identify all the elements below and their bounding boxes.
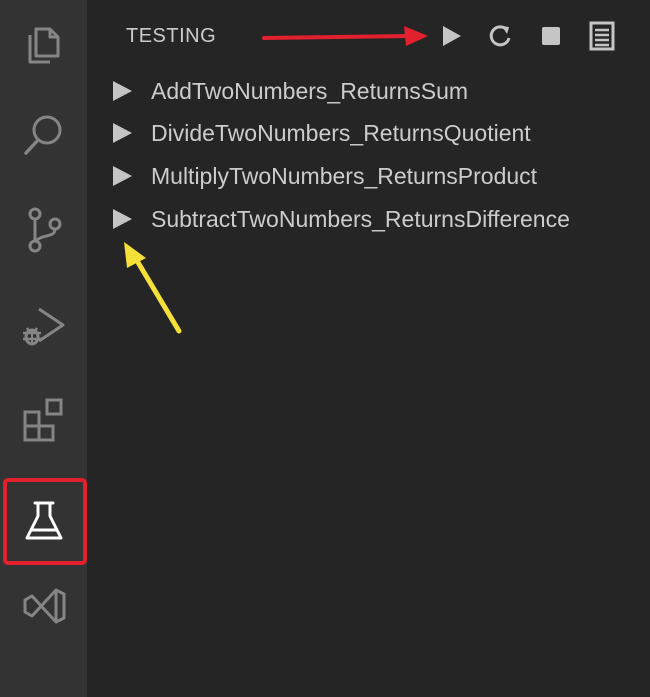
- output-log-icon: [589, 21, 615, 51]
- run-test-icon[interactable]: [110, 164, 134, 188]
- activity-run-debug[interactable]: [0, 280, 87, 370]
- stop-tests-button[interactable]: [535, 20, 567, 52]
- search-icon: [23, 115, 61, 155]
- test-item[interactable]: DivideTwoNumbers_ReturnsQuotient: [110, 115, 630, 151]
- activity-search[interactable]: [0, 90, 87, 180]
- test-item[interactable]: AddTwoNumbers_ReturnsSum: [110, 73, 630, 109]
- run-all-tests-button[interactable]: [435, 20, 467, 52]
- activity-bar: [0, 0, 87, 697]
- test-item-label: DivideTwoNumbers_ReturnsQuotient: [151, 119, 531, 146]
- show-output-button[interactable]: [586, 20, 618, 52]
- test-item-label: SubtractTwoNumbers_ReturnsDifference: [151, 205, 570, 232]
- source-control-icon: [28, 207, 61, 253]
- activity-source-control[interactable]: [0, 185, 87, 275]
- test-item-label: AddTwoNumbers_ReturnsSum: [151, 77, 469, 104]
- run-test-icon[interactable]: [110, 207, 134, 231]
- sidebar-title: TESTING: [126, 25, 217, 47]
- run-test-icon[interactable]: [110, 79, 134, 103]
- activity-visual-studio[interactable]: [0, 563, 87, 653]
- play-icon: [443, 26, 461, 46]
- active-item-highlight: [3, 478, 87, 565]
- activity-extensions[interactable]: [0, 375, 87, 465]
- run-test-icon[interactable]: [110, 121, 134, 145]
- test-item-label: MultiplyTwoNumbers_ReturnsProduct: [151, 162, 538, 189]
- activity-explorer[interactable]: [0, 0, 87, 90]
- stop-icon: [542, 27, 560, 45]
- test-item[interactable]: SubtractTwoNumbers_ReturnsDifference: [110, 201, 630, 237]
- vscode-window: TESTING AddTwoNumbers_ReturnsSum DivideT…: [0, 0, 650, 697]
- refresh-icon: [489, 25, 511, 47]
- explorer-icon: [28, 27, 59, 64]
- test-item[interactable]: MultiplyTwoNumbers_ReturnsProduct: [110, 158, 630, 194]
- run-debug-icon: [22, 307, 64, 346]
- refresh-tests-button[interactable]: [485, 20, 517, 52]
- extensions-icon: [23, 398, 62, 442]
- visual-studio-icon: [23, 588, 65, 624]
